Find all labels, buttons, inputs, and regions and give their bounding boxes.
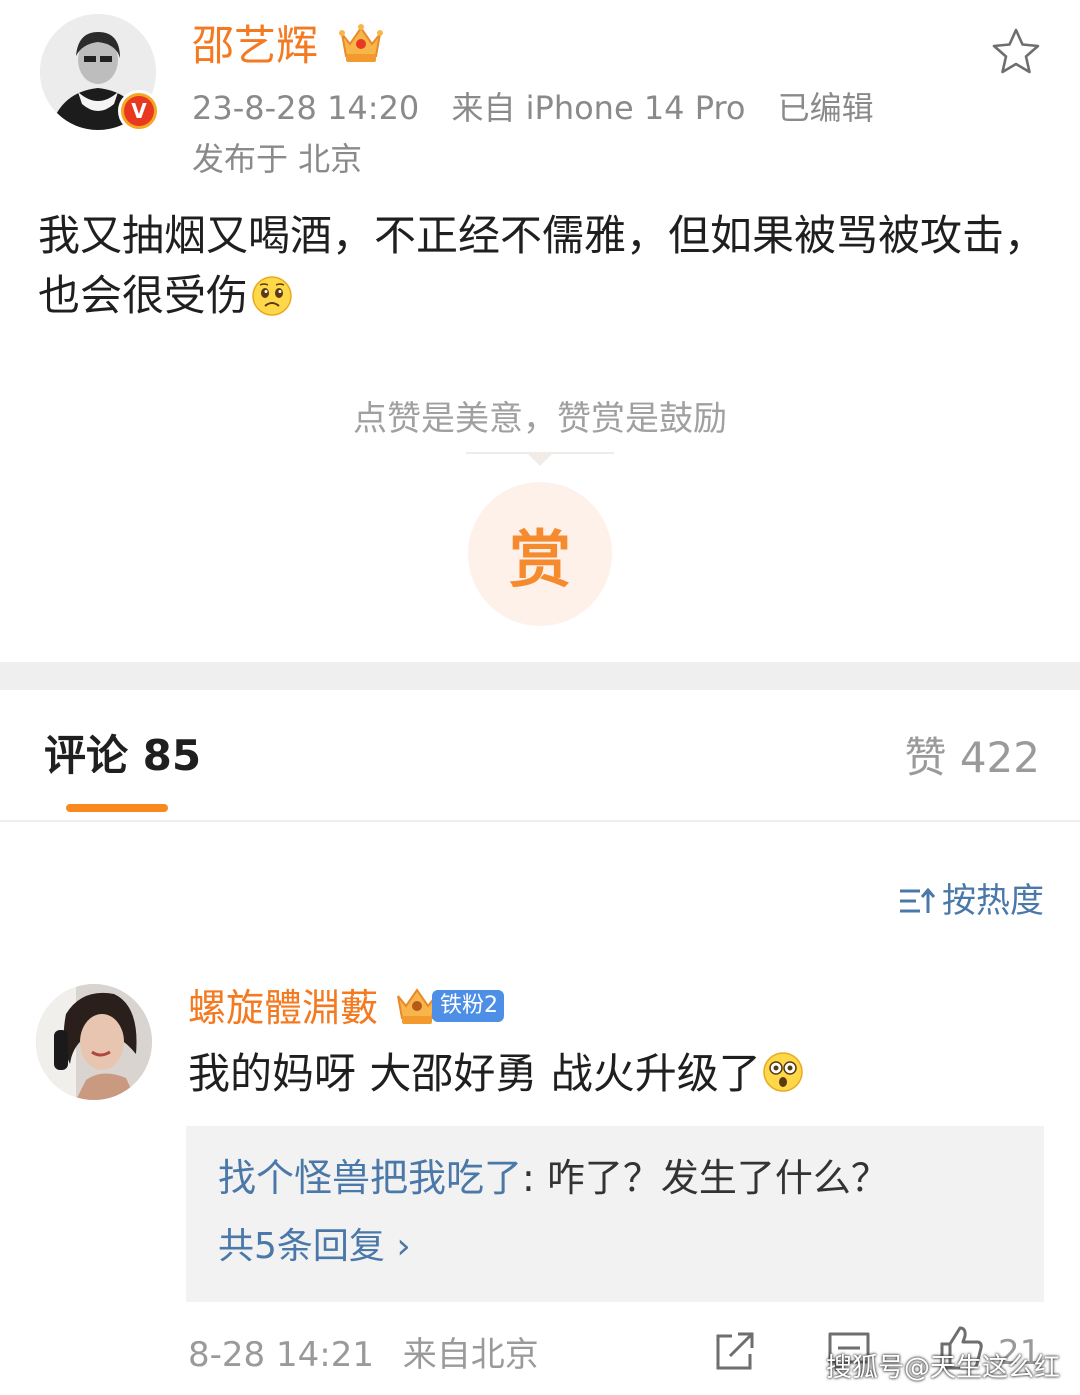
fan-level-badge: 铁粉2 [432,990,504,1022]
reply-line: 找个怪兽把我吃了: 咋了？发生了什么？ [218,1152,889,1204]
favorite-star-icon[interactable] [990,26,1042,78]
reward-tip: 点赞是美意，赞赏是鼓励 [353,399,727,439]
commenter-avatar[interactable] [36,984,152,1100]
comment-meta: 8-28 14:21 来自北京 [188,1332,557,1378]
shocked-face-emoji-icon [762,1052,803,1092]
sort-button[interactable]: 按热度 [898,878,1044,924]
tab-likes[interactable]: 赞 422 [904,730,1040,786]
section-divider [0,662,1080,690]
reply-preview[interactable]: 找个怪兽把我吃了: 咋了？发生了什么？ 共5条回复 › [186,1126,1044,1302]
comment-tabs: 评论 85 赞 422 [0,690,1080,822]
commenter-name[interactable]: 螺旋體淵藪 [188,982,378,1034]
view-replies-link[interactable]: 共5条回复 › [218,1222,411,1272]
sad-face-emoji-icon [252,276,292,316]
verified-badge: V [118,90,160,132]
comment-source: 来自北京 [402,1335,539,1375]
comment-section: 按热度 螺旋體淵藪 铁粉2 我的妈呀 大邵好勇 战火升级了 找个怪兽把我吃了: … [0,822,1080,1395]
active-tab-indicator [66,804,168,812]
reply-user[interactable]: 找个怪兽把我吃了 [218,1156,522,1200]
author-name[interactable]: 邵艺辉 [192,18,318,74]
comment-time: 8-28 14:21 [188,1335,374,1375]
watermark: 搜狐号@天生这么红 [825,1353,1060,1383]
post-source: 来自 iPhone 14 Pro [451,89,746,127]
vip-crown-icon [339,24,383,62]
post-location: 发布于 北京 [192,140,363,178]
post-meta: 23-8-28 14:20 来自 iPhone 14 Pro 已编辑 [192,84,896,132]
author-avatar[interactable]: V [40,14,160,132]
comment-body: 我的妈呀 大邵好勇 战火升级了 [188,1044,805,1104]
reply-text: : 咋了？发生了什么？ [522,1156,889,1200]
share-icon[interactable] [712,1330,756,1374]
sort-icon [900,887,936,913]
reward-caret [526,452,554,466]
post-text: 我又抽烟又喝酒，不正经不儒雅，但如果被骂被攻击，也会很受伤 [38,211,1047,320]
post-body: 我又抽烟又喝酒，不正经不儒雅，但如果被骂被攻击，也会很受伤 [38,206,1048,326]
post-card: V 邵艺辉 23-8-28 14:20 来自 iPhone 14 Pro 已编辑… [0,0,1080,662]
reward-button[interactable]: 赏 [468,482,612,626]
comment-text: 我的妈呀 大邵好勇 战火升级了 [188,1049,761,1098]
post-time: 23-8-28 14:20 [192,89,420,127]
tab-comments[interactable]: 评论 85 [44,728,201,784]
post-edited[interactable]: 已编辑 [778,89,874,127]
sort-label: 按热度 [942,881,1044,921]
